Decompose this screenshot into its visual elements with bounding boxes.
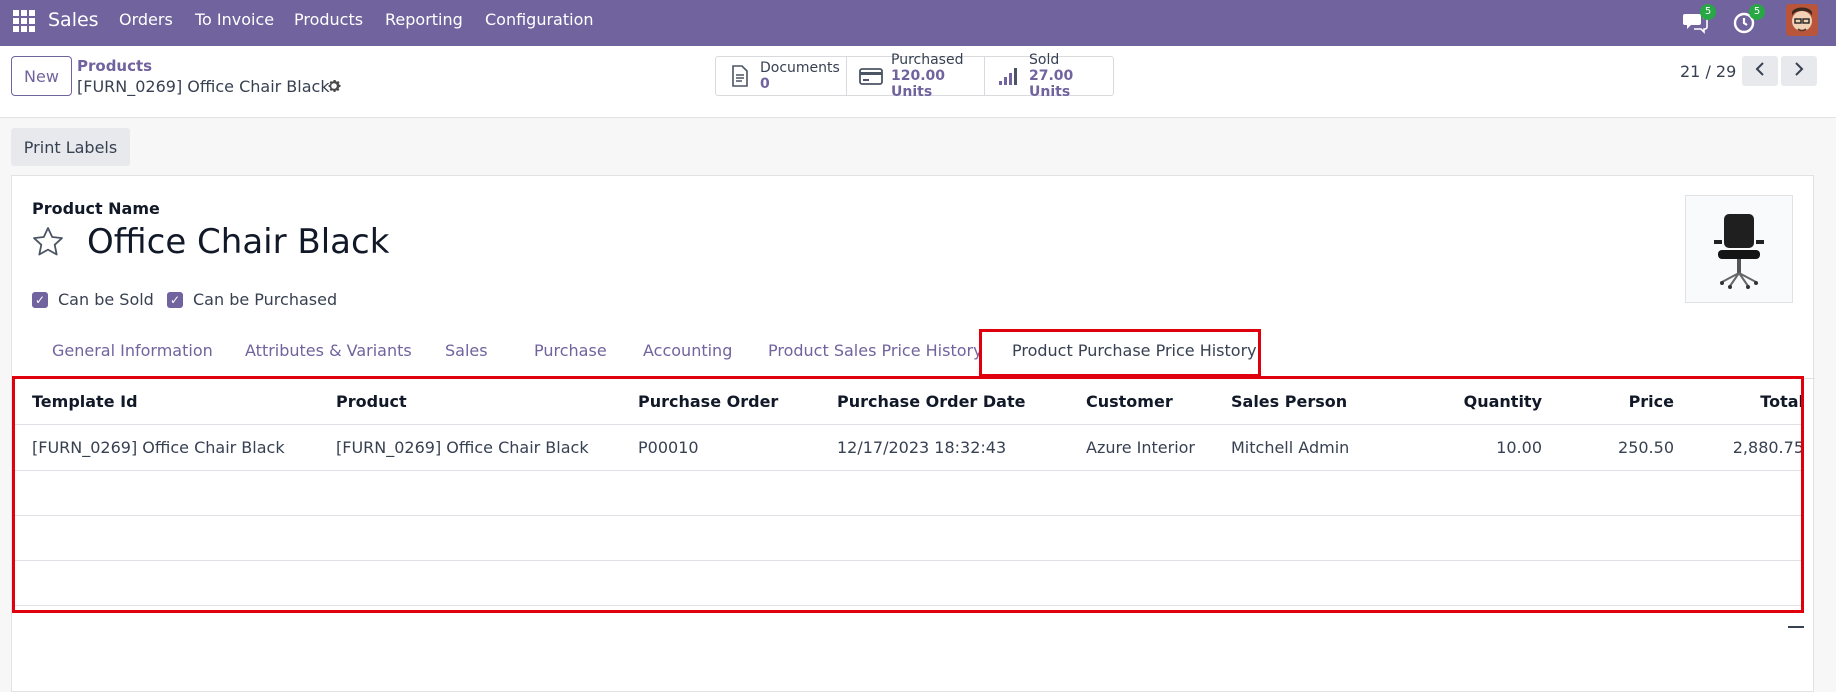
top-navbar: Sales Orders To Invoice Products Reporti… bbox=[0, 0, 1836, 46]
signal-bars-icon bbox=[997, 64, 1021, 88]
notebook-tabs: General Information Attributes & Variant… bbox=[32, 330, 1815, 370]
tab-product-purchase-price-history[interactable]: Product Purchase Price History bbox=[1012, 330, 1257, 370]
app-brand[interactable]: Sales bbox=[48, 9, 99, 31]
documents-value: 0 bbox=[760, 76, 770, 92]
pager-previous-button[interactable] bbox=[1742, 56, 1778, 86]
column-header[interactable]: Customer bbox=[1066, 380, 1211, 425]
product-image[interactable] bbox=[1685, 195, 1793, 303]
user-avatar[interactable] bbox=[1786, 4, 1818, 36]
chevron-left-icon bbox=[1755, 61, 1765, 80]
print-labels-button[interactable]: Print Labels bbox=[11, 128, 130, 166]
breadcrumb-current: [FURN_0269] Office Chair Black bbox=[77, 77, 330, 96]
sold-smart-button[interactable]: Sold 27.00 Units bbox=[985, 52, 1113, 100]
tab-attributes-variants[interactable]: Attributes & Variants bbox=[245, 330, 412, 370]
tab-accounting[interactable]: Accounting bbox=[643, 330, 732, 370]
column-header[interactable]: Total bbox=[1674, 380, 1804, 425]
can-be-sold-label: Can be Sold bbox=[58, 290, 154, 309]
can-be-sold-option[interactable]: ✓ Can be Sold bbox=[32, 290, 154, 309]
column-header[interactable]: Price bbox=[1542, 380, 1674, 425]
table-cell: P00010 bbox=[618, 424, 817, 471]
tab-purchase[interactable]: Purchase bbox=[534, 330, 607, 370]
tabs-divider bbox=[12, 378, 1815, 379]
sold-value: 27.00 Units bbox=[1029, 68, 1074, 100]
tab-general-information[interactable]: General Information bbox=[52, 330, 213, 370]
empty-row bbox=[12, 515, 1804, 561]
table-cell: Mitchell Admin bbox=[1211, 424, 1404, 471]
menu-configuration[interactable]: Configuration bbox=[485, 10, 594, 29]
table-cell: 250.50 bbox=[1542, 424, 1674, 471]
menu-to-invoice[interactable]: To Invoice bbox=[195, 10, 274, 29]
documents-smart-button[interactable]: Documents 0 bbox=[716, 57, 847, 95]
star-icon[interactable] bbox=[31, 225, 65, 259]
checkbox-checked-icon[interactable]: ✓ bbox=[32, 291, 48, 308]
column-header[interactable]: Purchase Order Date bbox=[817, 380, 1066, 425]
sold-label: Sold bbox=[1029, 52, 1060, 68]
empty-row bbox=[12, 470, 1804, 516]
table-row[interactable]: [FURN_0269] Office Chair Black [FURN_026… bbox=[12, 424, 1804, 471]
breadcrumb-products[interactable]: Products bbox=[77, 57, 152, 75]
empty-row bbox=[12, 560, 1804, 606]
column-header[interactable]: Sales Person bbox=[1211, 380, 1404, 425]
column-header[interactable]: Quantity bbox=[1404, 380, 1542, 425]
menu-products[interactable]: Products bbox=[294, 10, 363, 29]
pager-value[interactable]: 21 / 29 bbox=[1680, 62, 1736, 81]
checkbox-checked-icon[interactable]: ✓ bbox=[167, 291, 183, 308]
column-header[interactable]: Product bbox=[316, 380, 618, 425]
apps-menu-icon[interactable] bbox=[13, 10, 35, 32]
minus-icon bbox=[1788, 626, 1804, 628]
table-cell: [FURN_0269] Office Chair Black bbox=[316, 424, 618, 471]
purchased-value: 120.00 Units bbox=[891, 68, 946, 100]
chevron-right-icon bbox=[1794, 61, 1804, 80]
column-header[interactable]: Template Id bbox=[12, 380, 316, 425]
column-header[interactable]: Purchase Order bbox=[618, 380, 817, 425]
table-header-row: Template Id Product Purchase Order Purch… bbox=[12, 380, 1804, 425]
can-be-purchased-option[interactable]: ✓ Can be Purchased bbox=[167, 290, 337, 309]
can-be-purchased-label: Can be Purchased bbox=[193, 290, 338, 309]
table-cell: [FURN_0269] Office Chair Black bbox=[12, 424, 316, 471]
document-icon bbox=[728, 64, 752, 88]
product-name-field[interactable]: Office Chair Black bbox=[87, 222, 389, 262]
product-name-label: Product Name bbox=[32, 199, 160, 218]
form-sheet: Product Name Office Chair Black ✓ Can be… bbox=[11, 175, 1815, 692]
credit-card-icon bbox=[859, 64, 883, 88]
table-cell: Azure Interior bbox=[1066, 424, 1211, 471]
menu-orders[interactable]: Orders bbox=[119, 10, 173, 29]
pager-next-button[interactable] bbox=[1781, 56, 1817, 86]
messages-badge: 5 bbox=[1700, 4, 1716, 20]
menu-reporting[interactable]: Reporting bbox=[385, 10, 463, 29]
purchased-smart-button[interactable]: Purchased 120.00 Units bbox=[847, 52, 985, 100]
documents-label: Documents bbox=[760, 60, 840, 76]
control-panel: New Products [FURN_0269] Office Chair Bl… bbox=[0, 46, 1836, 118]
gear-icon[interactable] bbox=[326, 78, 342, 94]
activities-badge: 5 bbox=[1749, 4, 1765, 20]
tab-product-sales-price-history[interactable]: Product Sales Price History bbox=[768, 330, 983, 370]
table-cell: 12/17/2023 18:32:43 bbox=[817, 424, 1066, 471]
purchased-label: Purchased bbox=[891, 52, 964, 68]
purchase-price-history-table: Template Id Product Purchase Order Purch… bbox=[12, 380, 1815, 606]
tab-sales[interactable]: Sales bbox=[445, 330, 488, 370]
new-button[interactable]: New bbox=[11, 56, 72, 96]
smart-buttons: Documents 0 Purchased 120.00 Units Sold … bbox=[715, 52, 1114, 100]
table-cell: 2,880.75 bbox=[1674, 424, 1804, 471]
table-cell: 10.00 bbox=[1404, 424, 1542, 471]
